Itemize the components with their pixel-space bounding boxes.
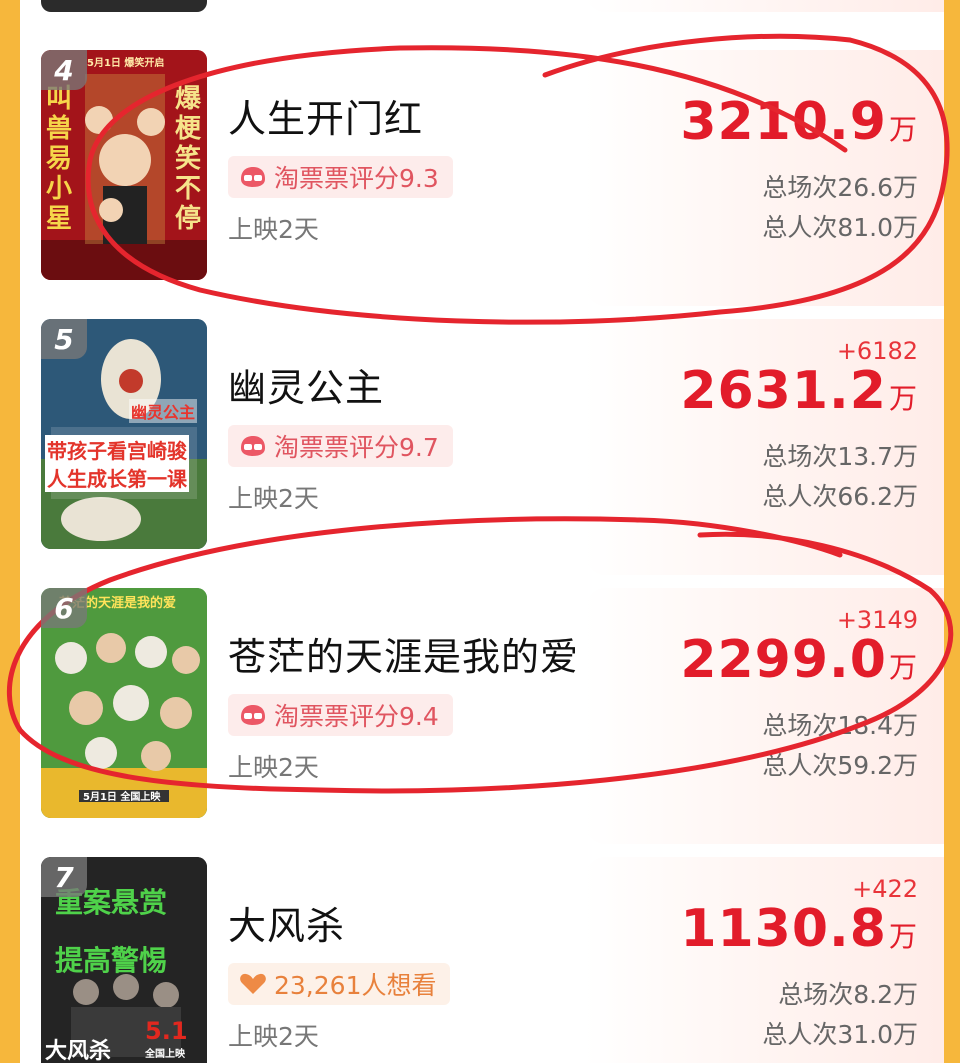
poster-slogan: 带孩子看宫崎骏 [45,435,189,464]
rating-badge: 淘票票评分9.3 [228,156,453,198]
movie-card[interactable]: 6 苍茫的天涯是我的爱 5月1日 全国上映 苍茫的天涯是我的爱 淘票票评分9.4… [20,588,944,844]
rating-badge: 淘票票评分9.7 [228,425,453,467]
movie-card[interactable]: 4 爆梗笑不停 叫兽易小星 5月1日 爆笑开启 人生开门红 淘票票评分9.3 上… [20,50,944,306]
release-days: 上映2天 [228,484,319,513]
total-sessions: 总场次13.7万 [762,442,918,471]
box-office-amount: 3210.9万 [680,92,918,160]
box-office-value: 2631.2 [680,361,887,421]
rank-badge: 5 [41,319,87,359]
taopiaopiao-rating-icon [241,705,265,725]
box-office-ranking-list: 4 爆梗笑不停 叫兽易小星 5月1日 爆笑开启 人生开门红 淘票票评分9.3 上… [20,0,944,1063]
rating-text: 淘票票评分9.3 [274,164,439,193]
total-sessions: 总场次18.4万 [762,711,918,740]
box-office-value: 3210.9 [680,92,887,152]
rating-badge: 淘票票评分9.4 [228,694,453,736]
box-office-value: 1130.8 [680,899,887,959]
box-office-amount: 1130.8万 [680,899,918,967]
heart-icon [240,973,266,994]
release-days: 上映2天 [228,753,319,782]
movie-poster[interactable]: 5 幽灵公主 带孩子看宫崎骏 人生成长第一课 [41,319,207,549]
box-office-value: 2299.0 [680,630,887,690]
taopiaopiao-rating-icon [241,167,265,187]
total-sessions: 总场次26.6万 [762,173,918,202]
movie-card[interactable]: 7 重案悬赏 提高警惕 大风杀 5.1 全国上映 大风杀 23,261人想看 上… [20,857,944,1063]
total-viewers: 总人次59.2万 [762,751,918,780]
previous-card-gradient [584,0,944,12]
movie-poster[interactable]: 7 重案悬赏 提高警惕 大风杀 5.1 全国上映 [41,857,207,1063]
poster-slogan-2: 提高警惕 [55,944,168,977]
release-days: 上映2天 [228,1022,319,1051]
box-office-amount: 2631.2万 [680,361,918,429]
movie-title: 幽灵公主 [228,366,385,410]
box-office-unit: 万 [888,920,918,953]
rank-badge: 4 [41,50,87,90]
total-viewers: 总人次81.0万 [762,213,918,242]
total-viewers: 总人次31.0万 [762,1020,918,1049]
poster-logo: 大风杀 [45,1039,112,1063]
rating-text: 淘票票评分9.4 [274,702,439,731]
poster-slogan-2: 人生成长第一课 [45,463,189,492]
rank-badge: 7 [41,857,87,897]
box-office-unit: 万 [888,113,918,146]
poster-director: 叫兽易小星 [45,84,72,234]
poster-caption: 5月1日 爆笑开启 [87,58,165,69]
movie-poster[interactable]: 6 苍茫的天涯是我的爱 5月1日 全国上映 [41,588,207,818]
poster-caption: 全国上映 [145,1049,185,1060]
release-days: 上映2天 [228,215,319,244]
movie-poster[interactable]: 4 爆梗笑不停 叫兽易小星 5月1日 爆笑开启 [41,50,207,280]
rating-text: 淘票票评分9.7 [274,433,439,462]
poster-date: 5.1 [145,1017,188,1045]
poster-slogan: 爆梗笑不停 [174,84,201,234]
box-office-amount: 2299.0万 [680,630,918,698]
poster-logo: 幽灵公主 [129,399,198,423]
movie-title: 大风杀 [228,904,346,948]
total-sessions: 总场次8.2万 [778,980,918,1009]
want-to-see-text: 23,261人想看 [274,971,437,1000]
previous-card-remnant [41,0,207,12]
poster-caption: 5月1日 全国上映 [83,792,161,803]
box-office-unit: 万 [888,651,918,684]
box-office-unit: 万 [888,382,918,415]
movie-title: 苍茫的天涯是我的爱 [228,635,580,679]
movie-title: 人生开门红 [228,97,424,141]
movie-card[interactable]: 5 幽灵公主 带孩子看宫崎骏 人生成长第一课 幽灵公主 淘票票评分9.7 上映2… [20,319,944,575]
want-to-see-badge: 23,261人想看 [228,963,451,1005]
taopiaopiao-rating-icon [241,436,265,456]
total-viewers: 总人次66.2万 [762,482,918,511]
rank-badge: 6 [41,588,87,628]
